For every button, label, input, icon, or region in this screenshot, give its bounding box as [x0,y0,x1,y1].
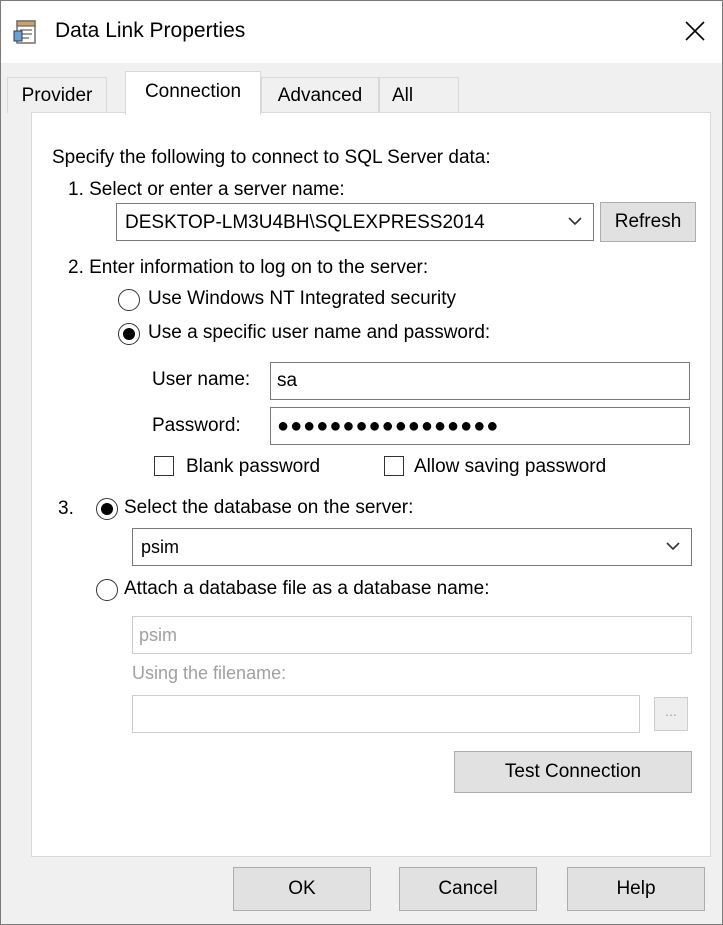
select-database-label: Select the database on the server: [124,497,414,518]
server-name-combo[interactable]: DESKTOP-LM3U4BH\SQLEXPRESS2014 [116,203,594,241]
windows-security-label: Use Windows NT Integrated security [148,288,456,309]
username-input[interactable]: sa [270,362,690,400]
chevron-down-icon[interactable] [565,210,585,230]
tab-provider[interactable]: Provider [7,77,107,113]
browse-button[interactable]: ... [654,697,688,731]
intro-text: Specify the following to connect to SQL … [52,147,491,168]
allow-saving-checkbox[interactable] [384,456,404,476]
close-icon[interactable] [677,13,713,49]
filename-label: Using the filename: [132,663,287,683]
step2-label: 2. Enter information to log on to the se… [68,257,429,278]
blank-password-checkbox[interactable] [154,456,174,476]
tab-connection[interactable]: Connection [125,71,261,115]
database-combo[interactable]: psim [132,528,692,566]
attach-database-label: Attach a database file as a database nam… [124,578,490,599]
title-bar: Data Link Properties [1,1,722,63]
select-database-radio[interactable] [96,498,118,520]
tab-advanced[interactable]: Advanced [261,77,379,113]
windows-security-radio[interactable] [118,289,140,311]
password-label: Password: [152,415,241,436]
username-label: User name: [152,369,251,390]
specific-user-radio[interactable] [118,323,140,345]
help-button[interactable]: Help [567,867,705,911]
tab-all[interactable]: All [379,77,459,113]
test-connection-button[interactable]: Test Connection [454,751,692,793]
step1-label: 1. Select or enter a server name: [68,179,345,200]
filename-input[interactable] [132,695,640,733]
connection-panel: Specify the following to connect to SQL … [31,112,711,857]
ok-button[interactable]: OK [233,867,371,911]
chevron-down-icon[interactable] [663,535,683,555]
refresh-button[interactable]: Refresh [600,202,696,242]
window-title: Data Link Properties [55,19,246,42]
password-input[interactable]: ●●●●●●●●●●●●●●●●● [270,407,690,445]
cancel-button[interactable]: Cancel [399,867,537,911]
database-value: psim [141,537,180,557]
step3-number: 3. [58,498,74,519]
allow-saving-label: Allow saving password [414,456,607,477]
server-name-value: DESKTOP-LM3U4BH\SQLEXPRESS2014 [125,212,485,233]
data-link-icon [13,19,39,45]
attach-database-radio[interactable] [96,579,118,601]
dialog-window: Data Link Properties Provider Connection… [0,0,723,925]
blank-password-label: Blank password [186,456,321,477]
attach-database-input[interactable]: psim [132,616,692,654]
specific-user-label: Use a specific user name and password: [148,322,491,343]
